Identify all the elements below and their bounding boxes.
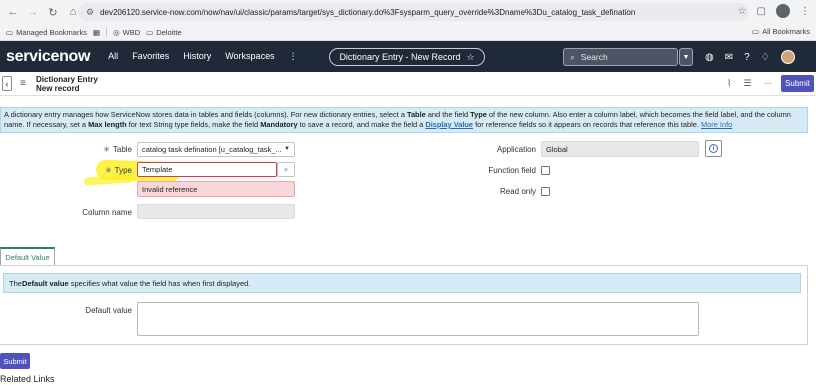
menu-kebab-icon[interactable]: ⋮ xyxy=(800,6,810,17)
all-bookmarks[interactable]: ▭ All Bookmarks xyxy=(752,27,810,36)
table-select[interactable]: catalog task defination [u_catalog_task_… xyxy=(137,142,295,157)
required-asterisk-icon: ✳ xyxy=(104,166,112,175)
display-value-link[interactable]: Display Value xyxy=(425,120,473,129)
read-only-checkbox[interactable] xyxy=(541,187,550,196)
application-label: Application xyxy=(496,145,536,154)
settings-sliders-icon[interactable]: ☰ xyxy=(743,78,751,89)
globe-icon: ◎ xyxy=(113,27,120,37)
bookmark-star-icon[interactable]: ☆ xyxy=(738,6,747,17)
application-info-button[interactable]: i xyxy=(705,140,722,157)
browser-toolbar: ← → ↻ ⌂ ⚙ dev206120.service-now.com/now/… xyxy=(0,0,816,24)
globe-icon[interactable]: ◍ xyxy=(705,52,714,63)
column-name-field[interactable] xyxy=(137,204,295,219)
reload-icon[interactable]: ↻ xyxy=(46,5,60,19)
global-search[interactable]: ⌕ Search xyxy=(563,48,678,66)
function-field-label: Function field xyxy=(488,166,536,175)
more-options-icon[interactable]: ··· xyxy=(763,78,772,89)
address-bar[interactable]: ⚙ dev206120.service-now.com/now/nav/ui/c… xyxy=(78,3,748,21)
info-icon: i xyxy=(709,144,718,153)
folder-icon: ▭ xyxy=(146,27,154,37)
nav-history[interactable]: History xyxy=(183,51,211,62)
folder-icon: ▭ xyxy=(751,27,760,36)
bookmark-wbd[interactable]: ◎ WBD xyxy=(113,28,140,37)
notifications-bell-icon[interactable]: ♢ xyxy=(761,52,770,63)
related-links-heading: Related Links xyxy=(0,374,55,384)
type-label: ✳ Type xyxy=(104,166,132,175)
star-icon[interactable]: ☆ xyxy=(466,52,474,63)
tab-default-value[interactable]: Default Value xyxy=(0,247,55,265)
folder-icon: ▭ xyxy=(6,27,14,37)
back-arrow-icon[interactable]: ← xyxy=(6,5,20,19)
main-nav: All Favorites History Workspaces ⋮ xyxy=(108,51,297,62)
record-title: Dictionary Entry New record xyxy=(36,75,98,93)
nav-favorites[interactable]: Favorites xyxy=(132,51,169,62)
nav-all[interactable]: All xyxy=(108,51,118,62)
default-value-info-banner: The Default value specifies what value t… xyxy=(3,273,801,293)
form-header: ‹ ≡ Dictionary Entry New record ⌇ ☰ ··· … xyxy=(0,72,816,96)
profile-icon[interactable] xyxy=(776,4,790,18)
chevron-down-icon: ▼ xyxy=(284,146,290,152)
app-header: servicenow All Favorites History Workspa… xyxy=(0,41,816,72)
bookmark-deloitte[interactable]: ▭ Deloitte xyxy=(146,28,182,37)
info-banner: A dictionary entry manages how ServiceNo… xyxy=(0,107,808,133)
default-value-textarea[interactable] xyxy=(137,302,699,336)
nav-workspaces[interactable]: Workspaces xyxy=(225,51,274,62)
servicenow-logo[interactable]: servicenow xyxy=(6,48,90,66)
yellow-highlight-marker xyxy=(83,174,135,186)
apps-grid-icon[interactable]: ▦ xyxy=(93,28,100,37)
read-only-label: Read only xyxy=(499,187,536,196)
default-value-label: Default value xyxy=(85,306,132,315)
table-label: ✳ Table xyxy=(103,145,132,154)
bookmarks-bar: ▭ Managed Bookmarks ▦ ◎ WBD ▭ Deloitte ▭… xyxy=(0,24,816,41)
extensions-icon[interactable]: ▢ xyxy=(757,6,766,17)
search-icon: ⌕ xyxy=(570,51,575,62)
type-input[interactable]: Template xyxy=(137,162,277,177)
bookmark-managed[interactable]: ▭ Managed Bookmarks xyxy=(6,28,87,37)
more-info-link[interactable]: More Info xyxy=(701,120,732,129)
chat-icon[interactable]: ✉ xyxy=(725,52,733,63)
help-icon[interactable]: ? xyxy=(744,52,750,63)
submit-button-bottom[interactable]: Submit xyxy=(0,353,30,369)
site-info-icon[interactable]: ⚙ xyxy=(86,7,94,18)
column-name-label: Column name xyxy=(82,208,132,217)
context-pill[interactable]: Dictionary Entry - New Record ☆ xyxy=(329,48,485,66)
url-text: dev206120.service-now.com/now/nav/ui/cla… xyxy=(100,7,636,17)
lookup-search-icon[interactable]: ⌕ xyxy=(277,162,295,177)
required-asterisk-icon: ✳ xyxy=(103,145,110,154)
attachment-icon[interactable]: ⌇ xyxy=(727,78,731,89)
user-avatar[interactable] xyxy=(780,50,795,64)
function-field-checkbox[interactable] xyxy=(541,166,550,175)
type-error-message: Invalid reference xyxy=(137,181,295,197)
form-menu-icon[interactable]: ≡ xyxy=(20,78,26,89)
search-scope-dropdown[interactable]: ▼ xyxy=(679,48,693,66)
submit-button-top[interactable]: Submit xyxy=(781,75,814,92)
more-kebab-icon[interactable]: ⋮ xyxy=(289,51,298,62)
application-field: Global xyxy=(541,141,699,157)
divider xyxy=(106,27,108,37)
back-button[interactable]: ‹ xyxy=(2,76,12,91)
forward-arrow-icon[interactable]: → xyxy=(26,5,40,19)
